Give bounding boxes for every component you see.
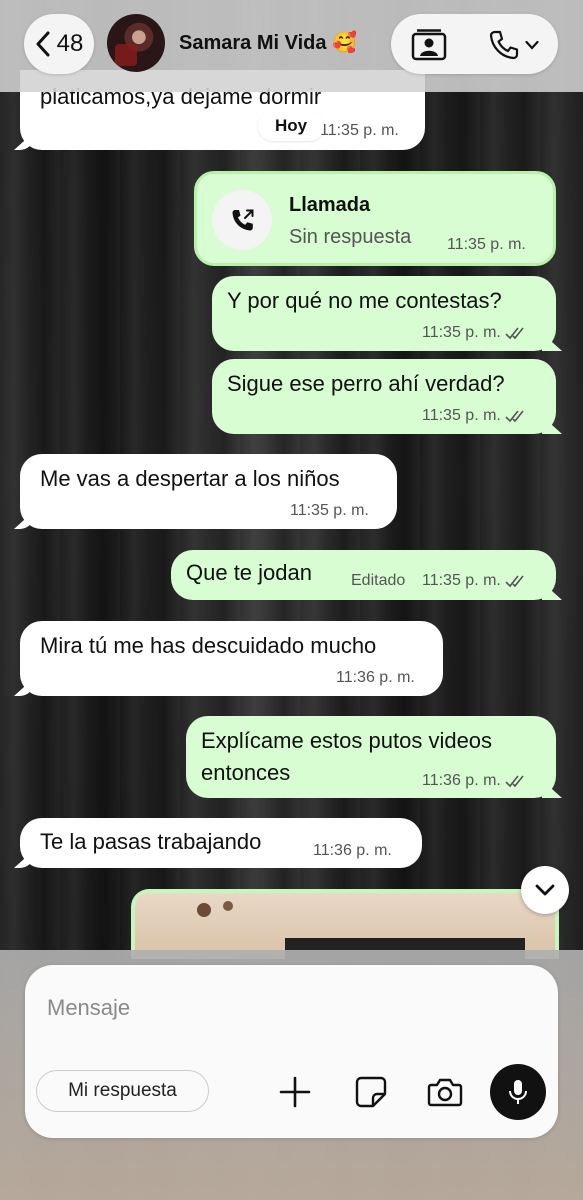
message-time: 11:35 p. m.	[422, 324, 527, 342]
plus-icon[interactable]	[277, 1074, 313, 1110]
message-outgoing[interactable]: Que te jodan Editado 11:35 p. m.	[171, 550, 556, 600]
message-time: 11:35 p. m.	[320, 122, 399, 139]
contact-name[interactable]: Samara Mi Vida 🥰	[179, 30, 357, 55]
call-icon-circle	[212, 190, 272, 250]
message-outgoing[interactable]: Sigue ese perro ahí verdad? 11:35 p. m.	[212, 359, 556, 434]
sticker-icon[interactable]	[353, 1074, 389, 1110]
message-time: 11:35 p. m.	[422, 572, 527, 590]
message-incoming[interactable]: Te la pasas trabajando 11:36 p. m.	[20, 818, 422, 868]
date-chip: Hoy	[258, 111, 324, 141]
double-check-icon	[505, 410, 524, 422]
chat-header: 48 Samara Mi Vida 🥰	[0, 0, 583, 92]
message-time: 11:36 p. m.	[313, 842, 392, 859]
double-check-icon	[505, 327, 524, 339]
call-title: Llamada	[289, 194, 371, 216]
microphone-icon	[509, 1080, 527, 1104]
message-text: Sigue ese perro ahí verdad?	[227, 371, 505, 396]
back-button[interactable]: 48	[24, 14, 94, 74]
message-outgoing[interactable]: Y por qué no me contestas? 11:35 p. m.	[212, 276, 556, 351]
contact-card-icon[interactable]	[411, 29, 447, 61]
message-time: 11:35 p. m.	[422, 407, 527, 425]
chevron-left-icon	[36, 31, 50, 57]
video-thumbnail[interactable]	[131, 889, 559, 959]
message-text-line-2: entonces	[201, 760, 291, 785]
message-time: 11:35 p. m.	[447, 236, 526, 253]
message-composer: Mensaje Mi respuesta	[25, 965, 558, 1138]
scroll-to-bottom-button[interactable]	[521, 866, 569, 914]
chevron-down-icon	[535, 884, 555, 896]
message-text: Y por qué no me contestas?	[227, 288, 502, 313]
header-actions	[391, 14, 558, 74]
message-incoming[interactable]: Mira tú me has descuidado mucho 11:36 p.…	[20, 621, 443, 696]
double-check-icon	[505, 775, 524, 787]
message-text: Te la pasas trabajando	[40, 829, 262, 854]
camera-icon[interactable]	[427, 1074, 463, 1110]
message-text: Mira tú me has descuidado mucho	[40, 633, 377, 658]
message-time: 11:36 p. m.	[422, 772, 527, 790]
unread-count: 48	[56, 30, 84, 57]
message-time: 11:36 p. m.	[336, 669, 415, 686]
message-text: Me vas a despertar a los niños	[40, 466, 340, 491]
quick-reply-button[interactable]: Mi respuesta	[36, 1070, 209, 1112]
double-check-icon	[505, 575, 524, 587]
message-time: 11:35 p. m.	[290, 502, 369, 519]
call-log-bubble[interactable]: Llamada Sin respuesta 11:35 p. m.	[194, 171, 556, 266]
phone-icon[interactable]	[488, 30, 520, 60]
message-input[interactable]: Mensaje	[47, 995, 130, 1021]
edited-label: Editado	[351, 572, 406, 589]
message-text-line-1: Explícame estos putos videos	[201, 728, 493, 753]
message-incoming[interactable]: Me vas a despertar a los niños 11:35 p. …	[20, 454, 397, 529]
call-status: Sin respuesta	[289, 226, 412, 248]
chevron-down-icon[interactable]	[525, 40, 539, 50]
message-text: Que te jodan	[186, 560, 312, 585]
message-outgoing[interactable]: Explícame estos putos videos entonces 11…	[186, 716, 556, 798]
missed-call-icon	[232, 209, 254, 231]
voice-record-button[interactable]	[490, 1064, 546, 1120]
avatar[interactable]	[107, 14, 165, 72]
